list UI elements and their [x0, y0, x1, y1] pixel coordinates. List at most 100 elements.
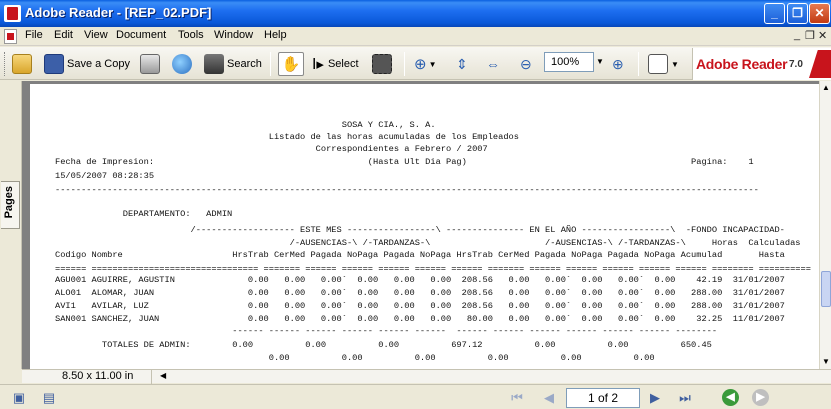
email-button[interactable]	[172, 52, 195, 76]
toolbar-separator	[404, 52, 405, 76]
printer-icon	[140, 54, 160, 74]
title-bar: Adobe Reader - [REP_02.PDF] _ ❐ ✕	[0, 0, 831, 27]
page-layout-button[interactable]: ▼	[648, 52, 679, 76]
adobe-reader-logo: Adobe Reader 7.0	[692, 48, 831, 80]
doc-restore-icon[interactable]: ❐	[805, 29, 815, 42]
go-back-icon[interactable]: ◀	[722, 389, 739, 406]
close-button[interactable]: ✕	[809, 3, 830, 24]
select-tool-button[interactable]: Ⅰ▸ Select	[312, 52, 359, 76]
pages-tab[interactable]: Pages	[1, 181, 20, 229]
minus-circle-icon: ⊖	[520, 55, 532, 72]
zoom-input[interactable]: 100%	[544, 52, 594, 72]
logo-version: 7.0	[789, 59, 803, 70]
document-icon[interactable]	[4, 29, 17, 44]
doc-close-icon[interactable]: ✕	[818, 29, 827, 42]
menu-bar: File Edit View Document Tools Window Hel…	[0, 27, 831, 46]
scroll-up-arrow-icon[interactable]: ▲	[820, 81, 831, 95]
logo-text: Adobe Reader	[696, 56, 788, 72]
search-button[interactable]: Search	[204, 52, 262, 76]
pages-tab-label: Pages	[3, 186, 15, 219]
continuous-page-icon[interactable]: ▤	[40, 389, 58, 407]
save-copy-label: Save a Copy	[67, 58, 130, 70]
toolbar-separator	[638, 52, 639, 76]
scroll-down-arrow-icon[interactable]: ▼	[820, 355, 831, 369]
window-title: Adobe Reader - [REP_02.PDF]	[25, 5, 212, 20]
report-line: Correspondientes a Febrero / 2007	[55, 144, 488, 154]
status-bar: ▣ ▤ ⏮ ◀ 1 of 2 ▶ ⏭ ◀ ▶	[0, 384, 831, 409]
report-line: /------------------- ESTE MES ----------…	[55, 225, 785, 235]
save-copy-button[interactable]: Save a Copy	[44, 52, 130, 76]
maximize-button[interactable]: ❐	[787, 3, 808, 24]
next-page-icon[interactable]: ▶	[646, 389, 664, 407]
fit-page-icon: ⇕	[456, 55, 468, 72]
report-line: 15/05/2007 08:28:35	[55, 171, 155, 181]
report-line: 0.00 0.00 0.00 0.00 0.00 0.00	[55, 353, 655, 363]
report-line: SOSA Y CIA., S. A.	[55, 120, 436, 130]
scroll-thumb[interactable]	[821, 271, 831, 307]
minimize-button[interactable]: _	[764, 3, 785, 24]
text-cursor-icon: Ⅰ▸	[312, 56, 324, 73]
report-line: DEPARTAMENTO: ADMIN	[55, 209, 233, 219]
report-line: AGU001 AGUIRRE, AGUSTIN 0.00 0.00 0.00` …	[55, 275, 785, 285]
zoom-in-button[interactable]: ⊕	[612, 52, 624, 76]
first-page-icon[interactable]: ⏮	[508, 389, 526, 407]
menu-edit[interactable]: Edit	[54, 29, 73, 41]
zoom-out-button[interactable]: ⊖	[520, 52, 532, 76]
fit-page-button[interactable]: ⇕	[456, 52, 468, 76]
single-page-icon[interactable]: ▣	[10, 389, 28, 407]
menu-help[interactable]: Help	[264, 29, 287, 41]
snapshot-tool-button[interactable]	[372, 52, 395, 76]
toolbar-separator	[270, 52, 271, 76]
vertical-scrollbar[interactable]: ▲ ▼	[819, 81, 831, 369]
document-viewport[interactable]: SOSA Y CIA., S. A. Listado de las horas …	[22, 81, 819, 369]
globe-mail-icon	[172, 54, 192, 74]
previous-page-icon[interactable]: ◀	[540, 389, 558, 407]
report-line: /-AUSENCIAS-\ /-TARDANZAS-\ /-AUSENCIAS-…	[55, 238, 801, 248]
report-line: SAN001 SANCHEZ, JUAN 0.00 0.00 0.00` 0.0…	[55, 314, 785, 324]
scroll-left-arrow-icon[interactable]: ◀	[160, 371, 166, 380]
binoculars-icon	[204, 54, 224, 74]
page-number-field[interactable]: 1 of 2	[566, 388, 640, 408]
menu-view[interactable]: View	[84, 29, 108, 41]
pdf-page: SOSA Y CIA., S. A. Listado de las horas …	[30, 84, 819, 369]
print-button[interactable]	[140, 52, 163, 76]
report-line: TOTALES DE ADMIN: 0.00 0.00 0.00 697.12 …	[55, 340, 712, 350]
chevron-down-icon: ▼	[428, 59, 437, 69]
floppy-disk-icon	[44, 54, 64, 74]
hand-icon: ✋	[281, 56, 301, 73]
menu-file[interactable]: File	[25, 29, 43, 41]
folder-open-icon	[12, 54, 32, 74]
zoom-dropdown-arrow[interactable]: ▼	[594, 52, 606, 72]
report-line: ALO01 ALOMAR, JUAN 0.00 0.00 0.00` 0.00 …	[55, 288, 785, 298]
report-line: ------ ------ ------ ------ ------ -----…	[55, 326, 718, 336]
select-label: Select	[327, 58, 359, 70]
fit-width-button[interactable]: ⇔	[486, 52, 500, 76]
toolbar-grip[interactable]	[4, 52, 7, 76]
report-line: Codigo Nombre HrsTrab CerMed Pagada NoPa…	[55, 250, 785, 260]
menu-tools[interactable]: Tools	[178, 29, 204, 41]
fit-width-icon: ⇔	[486, 56, 500, 72]
camera-icon	[372, 54, 392, 74]
adobe-reader-window: Adobe Reader - [REP_02.PDF] _ ❐ ✕ File E…	[0, 0, 831, 409]
open-button[interactable]	[12, 52, 35, 76]
last-page-icon[interactable]: ⏭	[676, 389, 694, 407]
go-forward-icon[interactable]: ▶	[752, 389, 769, 406]
search-label: Search	[227, 58, 262, 70]
report-line: AVI1 AVILAR, LUZ 0.00 0.00 0.00` 0.00 0.…	[55, 301, 785, 311]
report-line: ----------------------------------------…	[55, 185, 759, 195]
adobe-reader-app-icon[interactable]	[4, 5, 21, 22]
page-size-label: 8.50 x 11.00 in	[32, 370, 152, 384]
hand-tool-button[interactable]: ✋	[278, 52, 304, 76]
zoom-in-tool-button[interactable]: ⊕ ▼	[414, 52, 437, 76]
menu-document[interactable]: Document	[116, 29, 166, 41]
doc-minimize-icon[interactable]: _	[794, 29, 800, 41]
report-line: Fecha de Impresion: (Hasta Ult Dia Pag) …	[55, 157, 754, 167]
horizontal-scrollbar[interactable]: 8.50 x 11.00 in ◀	[22, 369, 831, 384]
report-line: ====== ================================ …	[55, 264, 811, 274]
chevron-down-icon: ▼	[671, 59, 679, 69]
navigation-pane: Pages	[0, 81, 22, 369]
magnifier-icon: ⊕	[414, 56, 427, 73]
page-layout-icon	[648, 54, 668, 74]
menu-window[interactable]: Window	[214, 29, 253, 41]
adobe-swoosh-icon	[809, 50, 831, 78]
